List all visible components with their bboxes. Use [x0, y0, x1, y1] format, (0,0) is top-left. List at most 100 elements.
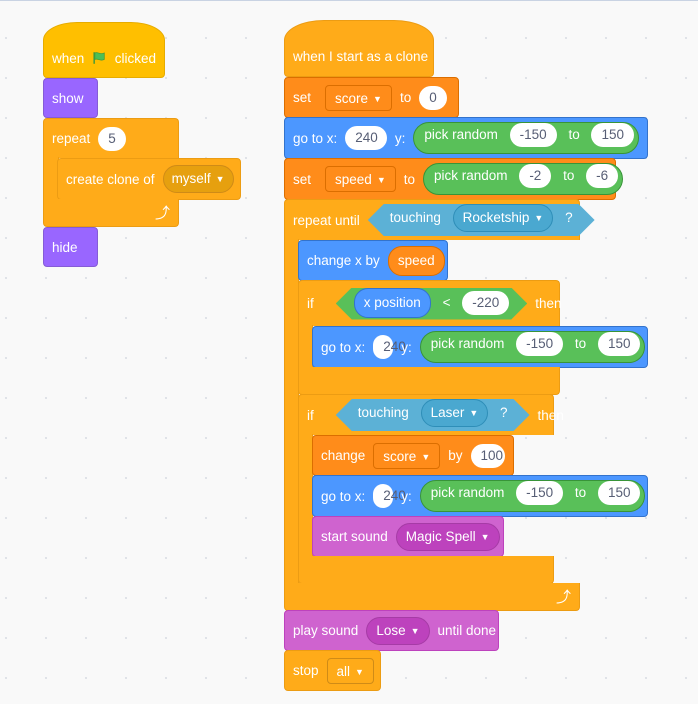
change-score-block[interactable]: change score ▼ by 100 [312, 435, 514, 476]
go-to-xy-block-3[interactable]: go to x: 240 y: pick random -150 to 150 [312, 475, 648, 517]
workspace-top-border [0, 0, 698, 1]
by-label: by [448, 448, 463, 463]
random-to-input[interactable]: -6 [586, 164, 619, 188]
clone-target-dropdown[interactable]: myself ▼ [162, 165, 234, 193]
then-label: then [535, 296, 562, 311]
random-from-input[interactable]: -150 [516, 332, 564, 356]
score-variable-dropdown[interactable]: score ▼ [325, 84, 392, 111]
caret-down-icon: ▼ [373, 93, 382, 104]
repeat-label: repeat [52, 131, 91, 146]
set-label: set [293, 90, 312, 105]
repeat-until-footer: ⤴ [284, 583, 580, 611]
go-to-xy-block-1[interactable]: go to x: 240 y: pick random -150 to 150 [284, 117, 648, 159]
sound-value: Magic Spell [405, 528, 476, 544]
caret-down-icon: ▼ [480, 531, 490, 542]
less-than-operator: < [442, 294, 451, 310]
random-from-input[interactable]: -150 [516, 481, 564, 505]
create-clone-block[interactable]: create clone of myself ▼ [57, 158, 241, 200]
touching-object-value: Laser [430, 405, 465, 420]
score-variable-value: score [335, 90, 369, 106]
sound-value: Lose [376, 622, 406, 638]
random-to-input[interactable]: 150 [597, 332, 641, 356]
speed-variable-dropdown[interactable]: speed ▼ [325, 166, 396, 192]
pick-random-reporter[interactable]: pick random -150 to 150 [419, 331, 646, 363]
stop-block[interactable]: stop all ▼ [284, 650, 381, 691]
if-label: if [307, 407, 314, 423]
if-arm [298, 325, 313, 371]
if-x-position-block[interactable]: if x position < -220 then [298, 280, 562, 326]
random-from-input[interactable]: -2 [519, 164, 552, 188]
pick-random-label: pick random [430, 336, 505, 351]
if-footer [298, 556, 554, 584]
repeat-until-block[interactable]: repeat until touching Rocketship ▼ ? [284, 199, 580, 240]
touching-label: touching [357, 405, 409, 420]
loop-arrow-icon: ⤴ [555, 589, 571, 606]
x-input[interactable]: 240 [373, 335, 406, 359]
speed-reporter[interactable]: speed [387, 245, 445, 276]
go-to-xy-block-2[interactable]: go to x: 240 y: pick random -150 to 150 [312, 326, 648, 368]
touching-label: touching [389, 210, 441, 225]
hide-block[interactable]: hide [43, 227, 98, 267]
pick-random-reporter[interactable]: pick random -150 to 150 [413, 122, 639, 154]
compare-value-input[interactable]: -220 [462, 291, 509, 315]
loop-arrow-icon: ⤴ [154, 205, 170, 222]
go-to-x-label: go to x: [321, 488, 366, 504]
start-sound-block[interactable]: start sound Magic Spell ▼ [312, 516, 504, 557]
question-mark: ? [500, 405, 508, 420]
play-sound-label: play sound [293, 623, 359, 638]
random-to-input[interactable]: 150 [597, 481, 641, 505]
touching-laser-condition[interactable]: touching Laser ▼ ? [336, 399, 530, 431]
set-score-block[interactable]: set score ▼ to 0 [284, 77, 459, 118]
set-speed-block[interactable]: set speed ▼ to pick random -2 to -6 [284, 158, 624, 200]
score-value-input[interactable]: 0 [419, 85, 447, 110]
caret-down-icon: ▼ [215, 174, 225, 185]
when-flag-clicked-block[interactable]: when clicked [43, 22, 165, 78]
to-label: to [399, 90, 412, 105]
start-sound-label: start sound [321, 529, 388, 544]
change-value-input[interactable]: 100 [470, 443, 505, 468]
pick-random-reporter[interactable]: pick random -150 to 150 [419, 480, 646, 512]
less-than-condition[interactable]: x position < -220 [336, 288, 528, 320]
touching-object-value: Rocketship [462, 210, 530, 225]
random-from-input[interactable]: -150 [509, 123, 557, 147]
random-to-label: to [574, 336, 587, 351]
clone-hat-label: when I start as a clone [293, 49, 429, 64]
go-to-x-label: go to x: [321, 339, 366, 355]
stop-option-dropdown[interactable]: all ▼ [326, 657, 374, 684]
touching-object-dropdown[interactable]: Rocketship ▼ [453, 204, 554, 232]
set-label: set [293, 171, 312, 187]
caret-down-icon: ▼ [410, 625, 420, 636]
then-label: then [537, 407, 564, 423]
x-input[interactable]: 240 [345, 126, 387, 150]
hide-label: hide [52, 239, 78, 255]
random-to-input[interactable]: 150 [591, 123, 634, 147]
until-done-label: until done [437, 623, 497, 638]
if-touching-laser-block[interactable]: if touching Laser ▼ ? then [298, 394, 564, 435]
pick-random-reporter[interactable]: pick random -2 to -6 [423, 163, 624, 195]
x-position-reporter[interactable]: x position [354, 288, 431, 318]
go-to-x-label: go to x: [293, 130, 338, 146]
question-mark: ? [565, 210, 573, 225]
repeat-block[interactable]: repeat 5 [43, 118, 179, 158]
play-sound-until-done-block[interactable]: play sound Lose ▼ until done [284, 610, 499, 651]
random-to-label: to [563, 168, 575, 183]
caret-down-icon: ▼ [355, 666, 364, 677]
random-to-label: to [574, 485, 587, 500]
sound-dropdown[interactable]: Lose ▼ [366, 616, 430, 645]
clone-target-value: myself [171, 171, 211, 186]
repeat-count-input[interactable]: 5 [98, 126, 126, 151]
repeat-until-arm [284, 239, 299, 589]
score-variable-dropdown[interactable]: score ▼ [373, 442, 441, 469]
sound-dropdown[interactable]: Magic Spell ▼ [395, 522, 500, 551]
touching-object-dropdown[interactable]: Laser ▼ [421, 399, 489, 427]
random-to-label: to [568, 127, 580, 142]
x-input[interactable]: 240 [373, 484, 406, 508]
to-label: to [403, 171, 415, 187]
stop-option-value: all [336, 663, 351, 679]
when-start-as-clone-block[interactable]: when I start as a clone [284, 20, 434, 77]
touching-rocketship-condition[interactable]: touching Rocketship ▼ ? [368, 204, 595, 236]
show-block[interactable]: show [43, 78, 98, 118]
if-footer [298, 367, 560, 395]
y-label: y: [401, 339, 412, 355]
change-x-block[interactable]: change x by speed [298, 240, 448, 281]
